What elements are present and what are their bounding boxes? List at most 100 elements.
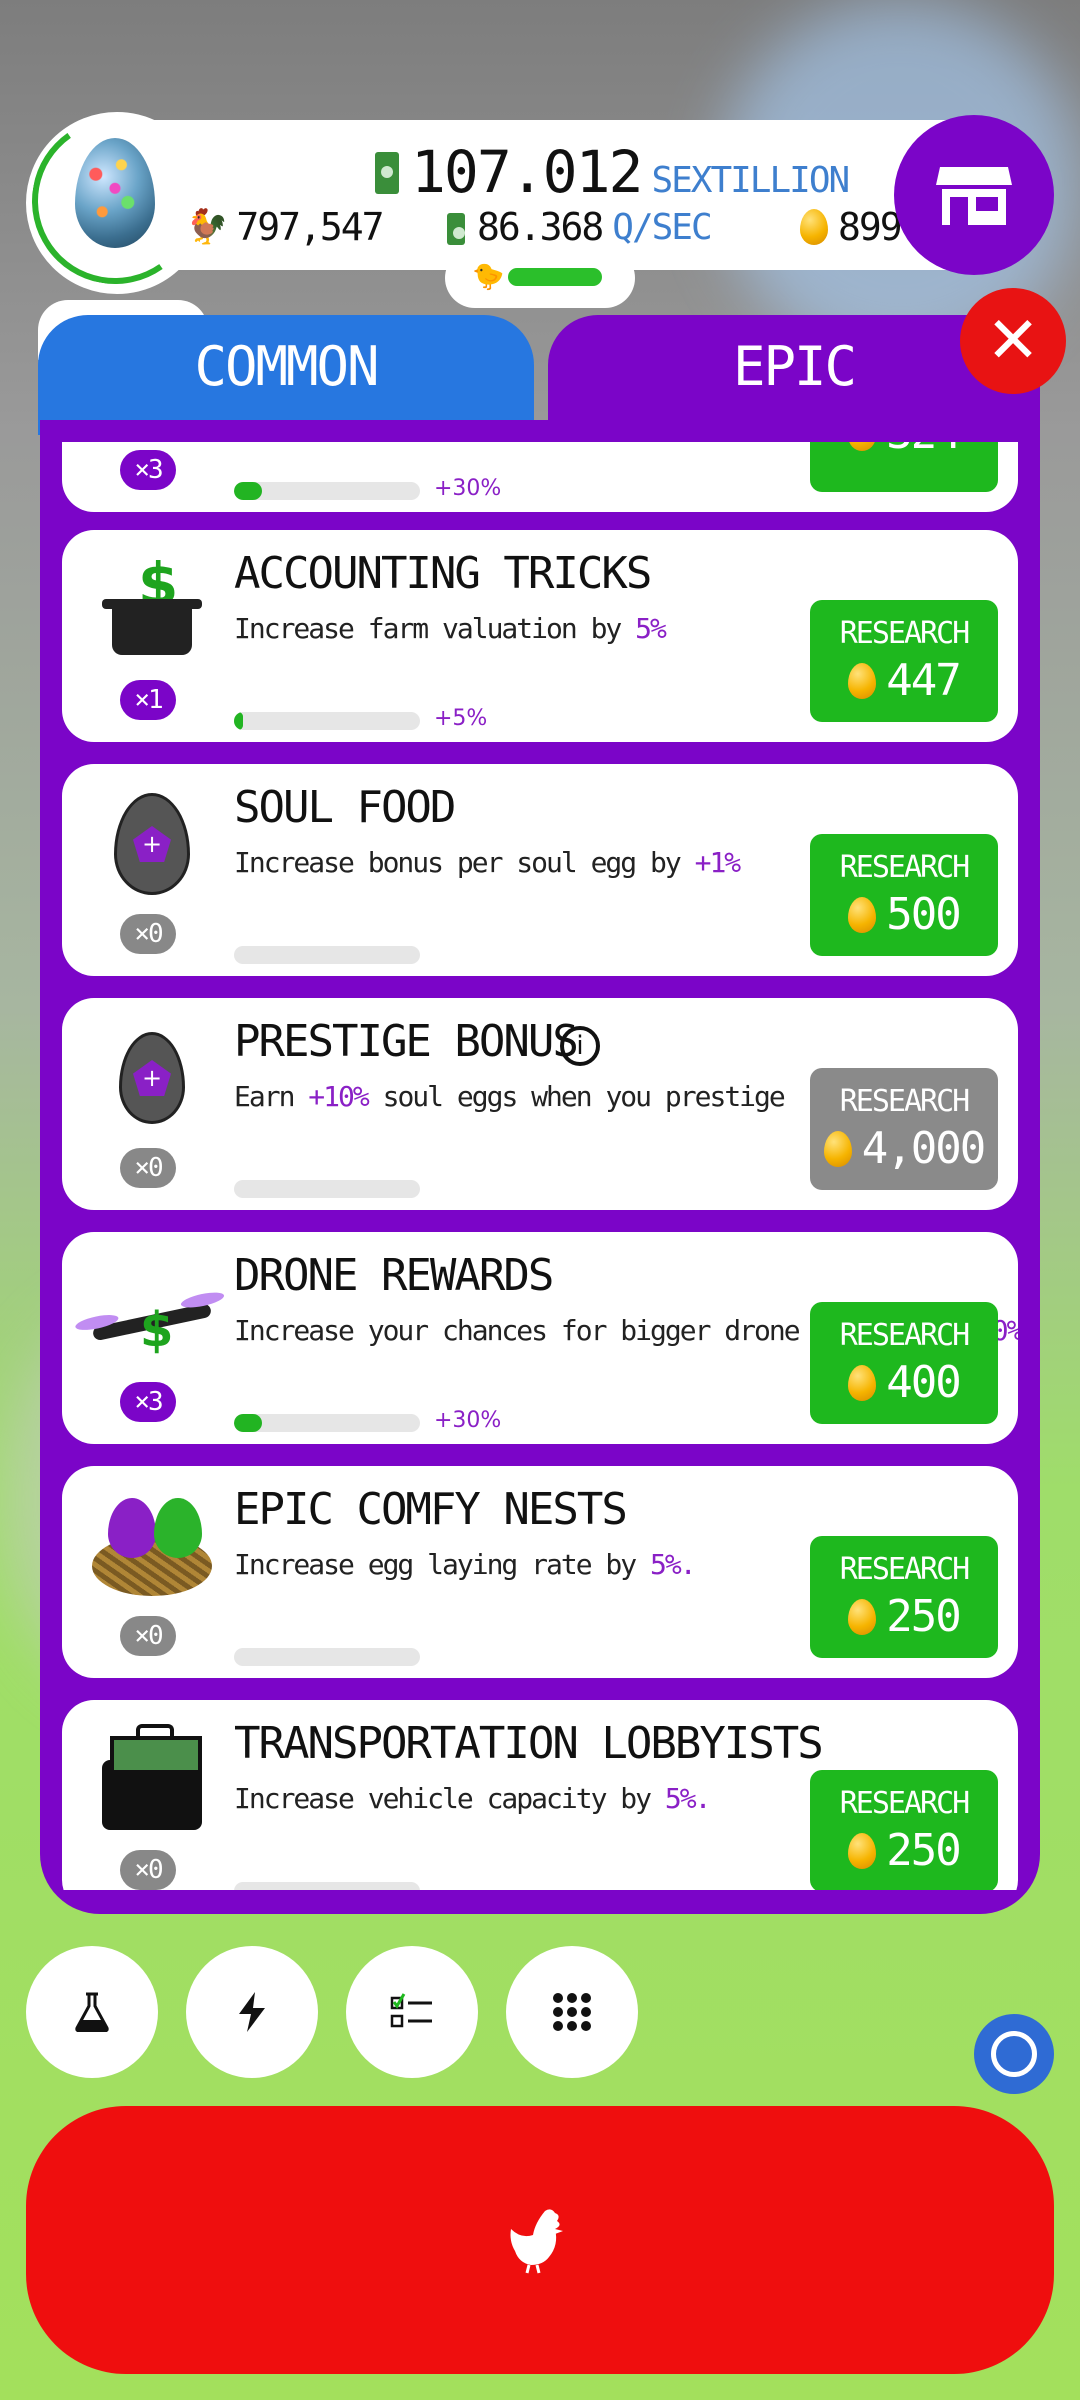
level-badge: ×0 [120,914,176,954]
progress-track [234,1414,420,1432]
chick-icon: 🐤 [472,262,505,292]
earning-rate-value: 86.368 [477,205,604,249]
main-menu-button[interactable] [506,1946,638,2078]
research-description: Increase bonus per soul egg by +1% [234,846,741,879]
shop-button[interactable] [894,115,1054,275]
grid-menu-icon [553,1993,591,2031]
briefcase-money-icon [92,1720,212,1840]
research-description: Increase egg laying rate by 5%. [234,1548,697,1581]
level-badge: ×3 [120,450,176,490]
tophat-dollar-icon: $ [92,550,212,670]
research-price: 400 [848,1357,962,1408]
research-title: PRESTIGE BONUS [234,1016,579,1067]
chicken-icon [510,2209,563,2274]
research-card-transportation-lobbyists: ×0 TRANSPORTATION LOBBYISTS Increase veh… [62,1700,1018,1890]
tab-common[interactable]: COMMON [38,315,534,435]
progress-track [234,482,420,500]
ring-icon [991,2031,1037,2077]
checklist-icon [390,1993,432,2028]
level-badge: ×1 [120,680,176,720]
research-price: 447 [848,655,962,706]
prestige-eggs-icon: + [92,1018,212,1138]
research-button[interactable]: RESEARCH 250 [810,1770,998,1890]
level-badge: ×0 [120,1850,176,1890]
progress-track [234,1648,420,1666]
missions-button[interactable] [346,1946,478,2078]
progress-fill [234,1414,262,1432]
research-button[interactable]: RESEARCH 500 [810,834,998,956]
progress-note: +30% [434,1408,502,1433]
close-button[interactable]: ✕ [960,288,1066,394]
research-button[interactable]: RESEARCH 400 [810,1302,998,1424]
progress-note: +30% [434,476,502,501]
research-lab-button[interactable] [26,1946,158,2078]
chicken-count-value: 797,547 [236,205,384,249]
progress-track [234,1180,420,1198]
progress-track [234,946,420,964]
research-card-prestige-bonus: + ×0 PRESTIGE BONUS i Earn +10% soul egg… [62,998,1018,1210]
golden-egg-icon [848,1364,877,1401]
research-button[interactable]: RESEARCH 250 [810,1536,998,1658]
assistant-button[interactable] [974,2014,1054,2094]
chicken-icon: 🐓 [186,207,228,247]
shop-icon [936,167,1012,225]
lightning-icon [239,1992,265,2032]
research-list[interactable]: ×3 +30% 324 $ ×1 ACCOUNTING TRICKS Incre… [62,442,1018,1890]
golden-egg-icon [823,1130,852,1167]
progress-track [234,712,420,730]
research-button-disabled[interactable]: RESEARCH 4,000 [810,1068,998,1190]
research-panel: ×3 +30% 324 $ ×1 ACCOUNTING TRICKS Incre… [40,420,1040,1914]
research-card-accounting-tricks: $ ×1 ACCOUNTING TRICKS Increase farm val… [62,530,1018,742]
research-price: 4,000 [823,1123,986,1174]
progress-fill [234,482,262,500]
golden-egg-icon [800,209,828,245]
progress-track [234,1882,420,1890]
earning-rate: 86.368 Q/SEC [447,205,713,249]
money-value: 107.012 [411,138,643,206]
golden-egg-icon [848,662,877,699]
research-description: Earn +10% soul eggs when you prestige [234,1080,786,1113]
close-icon: ✕ [986,304,1040,378]
hatch-chicken-button[interactable] [26,2106,1054,2374]
research-title: SOUL FOOD [234,782,456,833]
research-price: 324 [848,442,962,459]
research-price: 250 [848,1591,962,1642]
flask-icon [75,1992,109,2032]
research-price: 500 [848,889,962,940]
boosts-button[interactable] [186,1946,318,2078]
research-button[interactable]: 324 [810,442,998,492]
golden-egg-icon [848,1832,877,1869]
research-title: DRONE REWARDS [234,1250,554,1301]
research-card-soul-food: + ×0 SOUL FOOD Increase bonus per soul e… [62,764,1018,976]
golden-egg-icon [848,1598,877,1635]
level-badge: ×0 [120,1148,176,1188]
info-icon[interactable]: i [560,1026,600,1066]
money-unit: SEXTILLION [651,160,850,201]
research-description: Increase vehicle capacity by 5%. [234,1782,711,1815]
research-card-drone-rewards: $ ×3 DRONE REWARDS Increase your chances… [62,1232,1018,1444]
golden-egg-value: 899 [838,205,903,249]
research-card-partial: ×3 +30% 324 [62,442,1018,512]
research-description: Increase farm valuation by 5% [234,612,667,645]
drone-dollar-icon: $ [91,1252,213,1372]
research-title: TRANSPORTATION LOBBYISTS [234,1718,824,1769]
cash-icon [447,213,465,245]
chicken-count: 🐓 797,547 [186,205,385,249]
money-display: 107.012 SEXTILLION [375,138,850,206]
research-button[interactable]: RESEARCH 447 [810,600,998,722]
cash-icon [375,152,399,194]
golden-egg-icon [848,442,877,451]
research-card-epic-comfy-nests: ×0 EPIC COMFY NESTS Increase egg laying … [62,1466,1018,1678]
progress-note: +5% [434,706,488,731]
level-badge: ×0 [120,1616,176,1656]
drone-progress-bar [508,268,602,286]
golden-egg-count: 899 [800,205,903,249]
progress-fill [234,712,244,730]
level-badge: ×3 [120,1382,176,1422]
research-title: EPIC COMFY NESTS [234,1484,628,1535]
earning-rate-unit: Q/SEC [612,206,712,248]
soul-egg-icon: + [92,784,212,904]
nest-icon [92,1486,212,1606]
golden-egg-icon [848,896,877,933]
research-title: ACCOUNTING TRICKS [234,548,652,599]
